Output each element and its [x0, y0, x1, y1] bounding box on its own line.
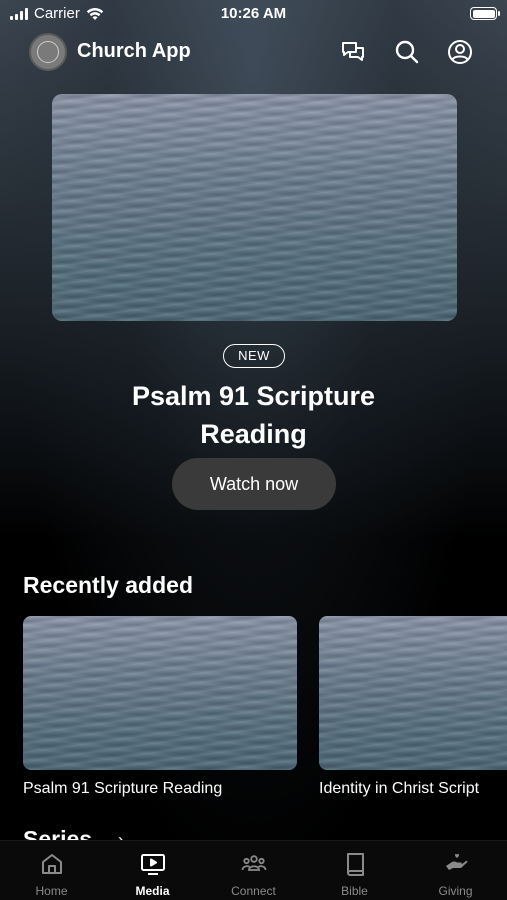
hero-title: Psalm 91 Scripture Reading: [131, 381, 376, 449]
status-bar: Carrier 10:26 AM: [0, 0, 507, 28]
giving-hand-icon: [445, 853, 467, 870]
recently-added-title: Recently added: [23, 572, 193, 598]
tab-bible[interactable]: Bible: [304, 841, 405, 900]
people-icon: [241, 855, 266, 871]
tab-media[interactable]: Media: [102, 841, 203, 900]
chat-icon[interactable]: [339, 38, 367, 66]
hero-thumbnail[interactable]: [52, 94, 457, 321]
app-header: Church App: [0, 32, 507, 72]
tab-label: Home: [35, 884, 68, 898]
app-title: Church App: [77, 40, 191, 62]
media-card-thumbnail[interactable]: [319, 616, 507, 770]
tab-home[interactable]: Home: [1, 841, 102, 900]
new-badge: NEW: [223, 344, 285, 368]
home-icon: [41, 854, 62, 874]
tab-label: Media: [135, 884, 170, 898]
tab-connect[interactable]: Connect: [203, 841, 304, 900]
tab-label: Connect: [231, 884, 276, 898]
search-icon[interactable]: [393, 38, 421, 66]
tab-bar: Home Media Connect Bible Giving: [0, 840, 507, 900]
tv-icon: [140, 854, 165, 875]
profile-icon[interactable]: [446, 38, 474, 66]
watch-now-button[interactable]: Watch now: [172, 458, 336, 510]
tab-label: Giving: [438, 884, 473, 898]
media-card-label[interactable]: Psalm 91 Scripture Reading: [23, 780, 222, 798]
tab-giving[interactable]: Giving: [405, 841, 506, 900]
battery-icon: [470, 7, 500, 20]
status-time: 10:26 AM: [220, 5, 287, 22]
tab-label: Bible: [341, 884, 368, 898]
book-icon: [346, 853, 364, 876]
media-card-label[interactable]: Identity in Christ Script: [319, 780, 507, 798]
church-logo[interactable]: [29, 33, 67, 71]
media-card-thumbnail[interactable]: [23, 616, 297, 770]
